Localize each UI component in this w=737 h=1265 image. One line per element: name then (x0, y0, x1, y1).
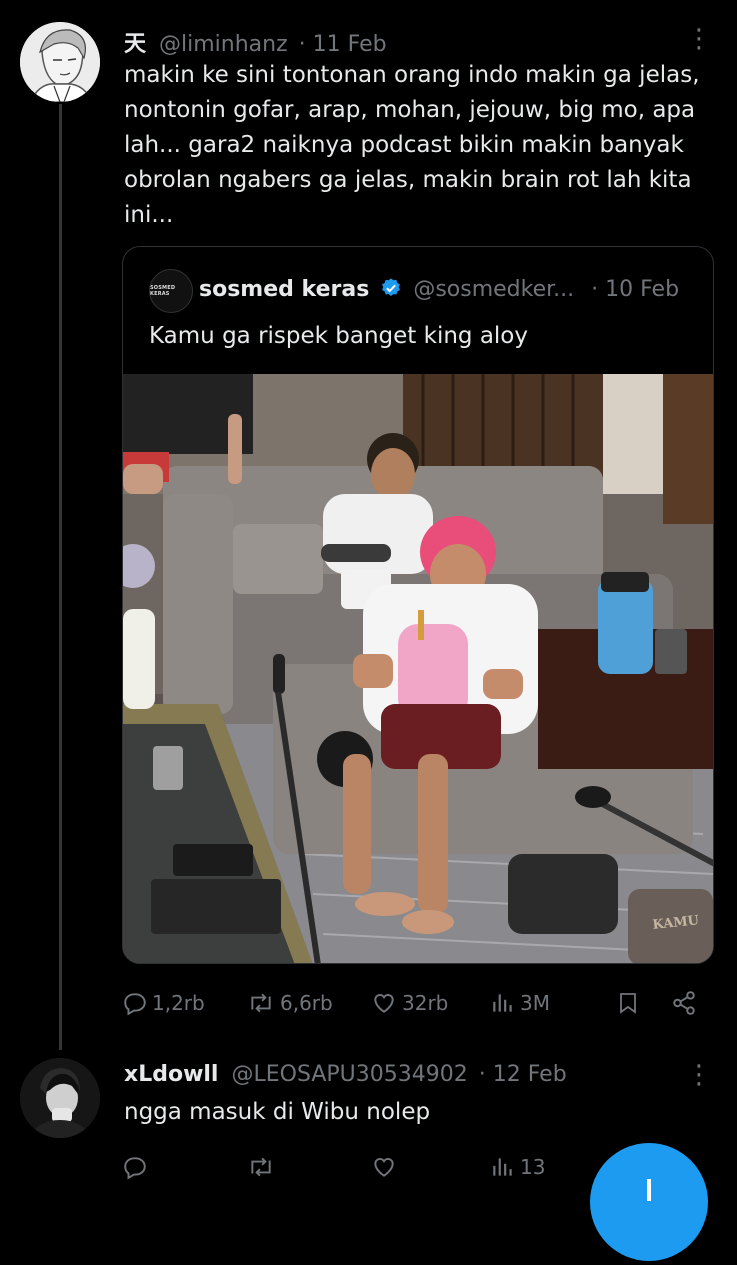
reply-count: 1,2rb (152, 991, 205, 1015)
reply-like-button[interactable] (370, 1154, 398, 1180)
quoted-avatar-logo: SOSMED KERAS (150, 285, 176, 297)
quoted-date: · 10 Feb (591, 277, 680, 302)
like-count: 32rb (402, 991, 449, 1015)
reply-views-count: 13 (520, 1155, 546, 1179)
reply-icon (124, 993, 146, 1016)
tweet-date[interactable]: · 11 Feb (299, 32, 387, 57)
reply-reply-button[interactable] (122, 1154, 148, 1180)
compose-fab-button[interactable] (590, 1143, 708, 1261)
views-icon (493, 1158, 512, 1176)
quoted-media-photo[interactable]: KAMU (123, 374, 713, 963)
reply-header: xLdowll @LEOSAPU30534902 · 12 Feb (124, 1062, 567, 1087)
quoted-avatar[interactable]: SOSMED KERAS (149, 269, 193, 313)
heart-icon (374, 1158, 394, 1177)
reply-text: ngga masuk di Wibu nolep (124, 1099, 431, 1125)
plus-icon (647, 1179, 651, 1201)
bookmark-icon (620, 993, 636, 1014)
repost-icon (251, 1157, 271, 1177)
views-button[interactable]: 3M (490, 990, 550, 1016)
tweet-text: makin ke sini tontonan orang indo makin … (124, 62, 700, 228)
reply-views-button[interactable]: 13 (490, 1154, 545, 1180)
reply-icon (124, 1157, 146, 1180)
views-count: 3M (520, 991, 550, 1015)
more-options-icon[interactable]: ⋮ (686, 24, 713, 54)
tweet-actions: 1,2rb 6,6rb 32rb 3M (122, 986, 714, 1020)
reply-more-options-icon[interactable]: ⋮ (686, 1060, 713, 1090)
views-icon (493, 994, 512, 1012)
quoted-header: sosmed keras @sosmedker... · 10 Feb (199, 277, 679, 305)
quoted-author-handle: @sosmedker... (413, 277, 575, 302)
reply-button[interactable]: 1,2rb (122, 990, 205, 1016)
repost-button[interactable]: 6,6rb (246, 990, 333, 1016)
reply-author-name[interactable]: xLdowll (124, 1062, 218, 1087)
author-handle[interactable]: @liminhanz (159, 32, 288, 57)
bookmark-button[interactable] (616, 990, 640, 1016)
quoted-tweet[interactable]: SOSMED KERAS sosmed keras @sosmedker... … (122, 246, 714, 964)
like-button[interactable]: 32rb (370, 990, 448, 1016)
reply-date[interactable]: · 12 Feb (479, 1062, 567, 1087)
author-name[interactable]: 天 (124, 32, 146, 57)
quoted-author-name: sosmed keras (199, 277, 370, 302)
reply-author-avatar[interactable] (20, 1058, 100, 1138)
repost-icon (251, 993, 271, 1013)
author-avatar[interactable] (20, 22, 100, 102)
heart-icon (374, 994, 394, 1013)
thread-connector (59, 104, 62, 1050)
verified-badge-icon (380, 277, 402, 305)
reply-repost-button[interactable] (246, 1154, 276, 1180)
reply-author-handle[interactable]: @LEOSAPU30534902 (231, 1062, 467, 1087)
share-button[interactable] (670, 990, 698, 1016)
quoted-text: Kamu ga rispek banget king aloy (149, 323, 528, 349)
repost-count: 6,6rb (280, 991, 333, 1015)
tweet-header: 天 @liminhanz · 11 Feb (124, 26, 387, 58)
reply-actions: 13 (122, 1150, 592, 1184)
share-icon (673, 991, 695, 1015)
